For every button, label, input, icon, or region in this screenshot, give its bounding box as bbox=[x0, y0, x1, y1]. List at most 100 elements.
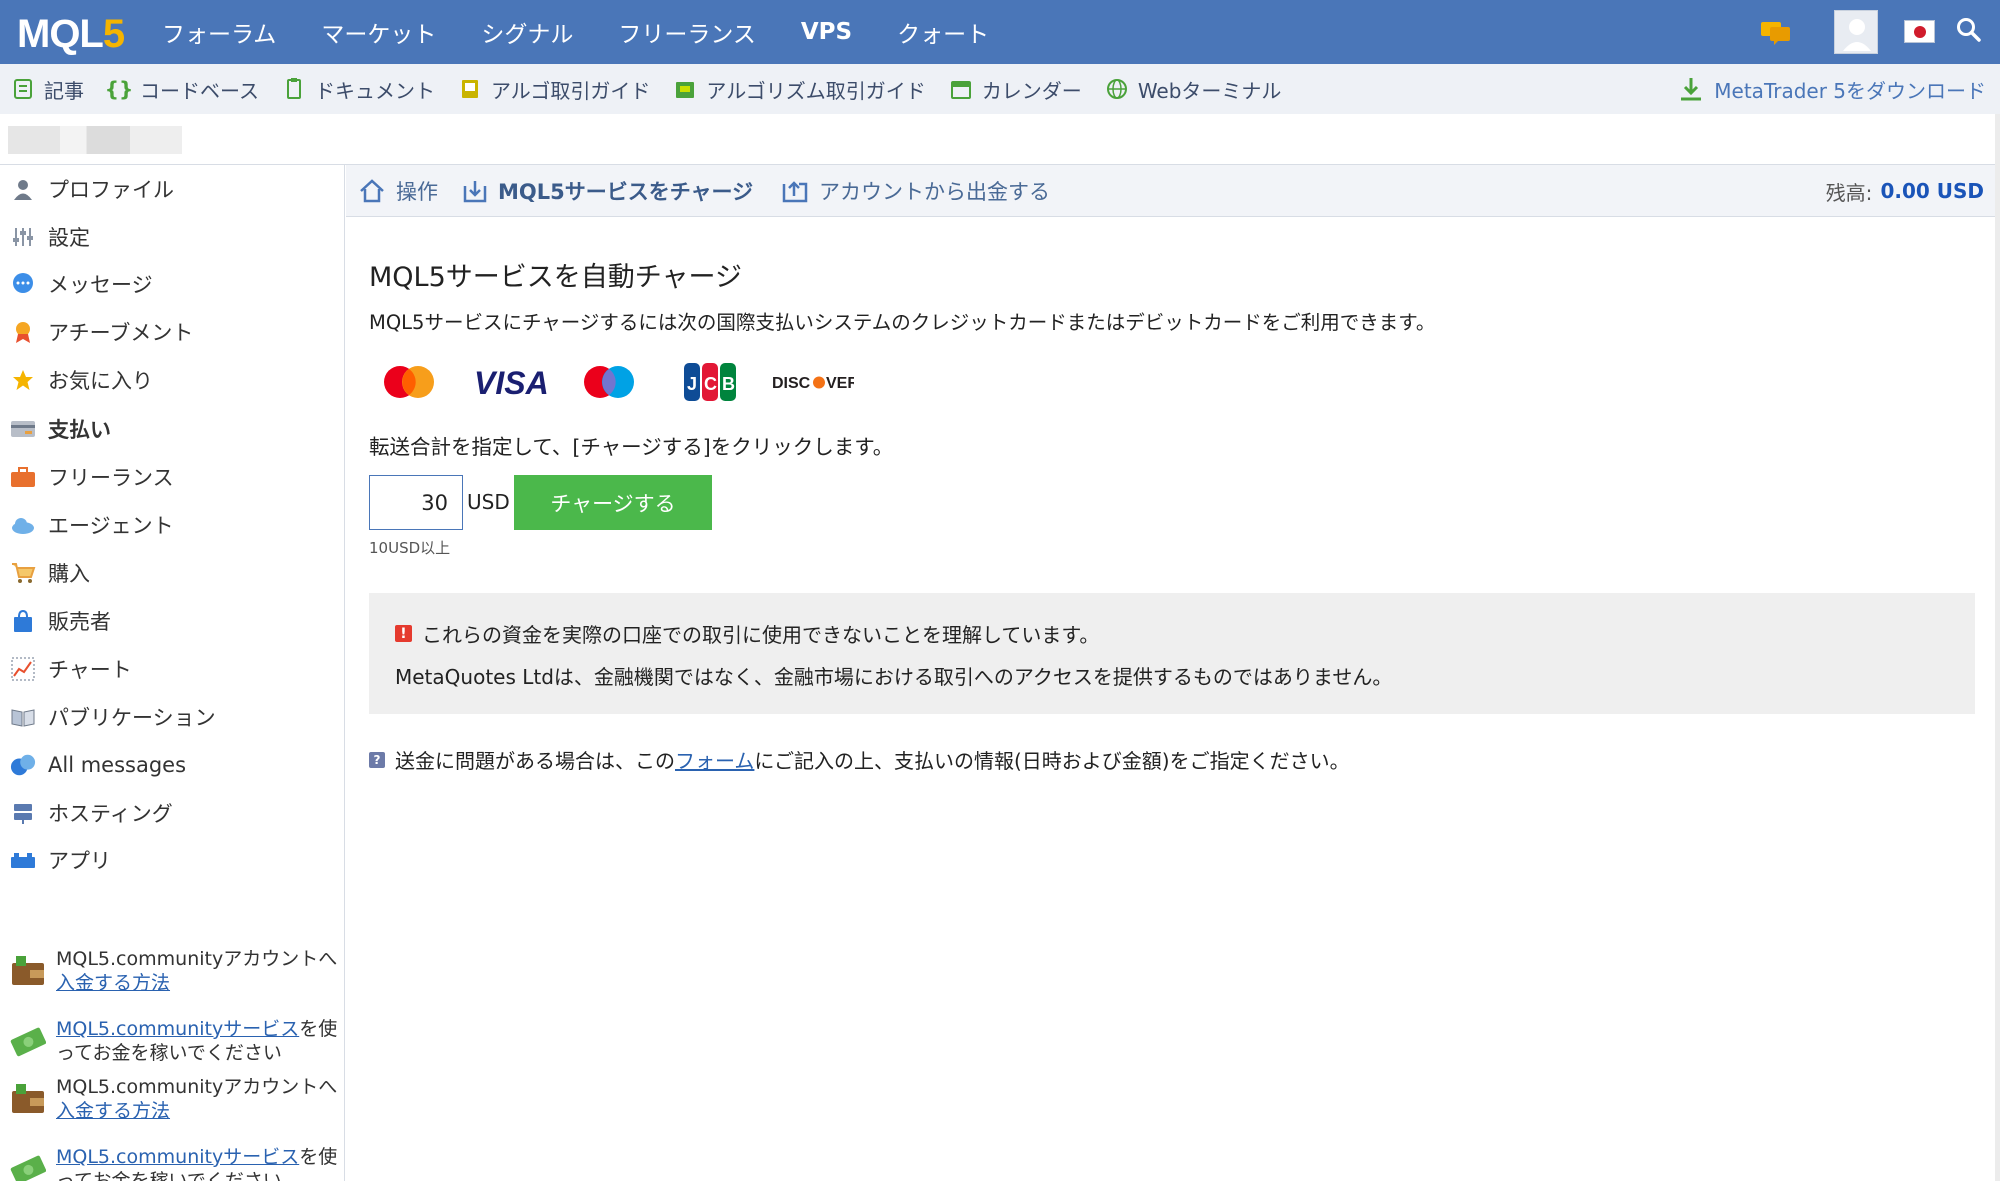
main-nav: フォーラム マーケット シグナル フリーランス VPS クォート bbox=[162, 0, 1034, 64]
sidebar-item-label: パブリケーション bbox=[48, 706, 216, 730]
warning-text: これらの資金を実際の口座での取引に使用できないことを理解しています。 bbox=[422, 623, 1100, 647]
sidebar-item-label: 購入 bbox=[48, 562, 90, 586]
withdraw-icon bbox=[781, 178, 809, 204]
home-icon bbox=[358, 178, 386, 204]
download-metatrader-link[interactable]: MetaTrader 5をダウンロード bbox=[1678, 64, 1986, 114]
promo-link[interactable]: MQL5.communityサービス bbox=[56, 1018, 299, 1040]
sidebar-item-label: アチーブメント bbox=[48, 321, 194, 345]
promo-text: MQL5.communityアカウントへ bbox=[56, 1076, 338, 1098]
scrollbar-track[interactable] bbox=[1995, 114, 2000, 1181]
subnav-label: アルゴ取引ガイド bbox=[491, 78, 651, 103]
sidebar-item-label: プロファイル bbox=[48, 178, 174, 202]
subnav-algo-trading-guide[interactable]: アルゴリズム取引ガイド bbox=[674, 75, 926, 104]
promo-link[interactable]: MQL5.communityサービス bbox=[56, 1146, 299, 1168]
sidebar-item-hosting[interactable]: ホスティング bbox=[10, 796, 173, 830]
subnav-documentation[interactable]: ドキュメント bbox=[283, 75, 435, 104]
sidebar-item-label: 支払い bbox=[48, 418, 111, 442]
sidebar-item-label: 設定 bbox=[48, 226, 90, 250]
page-title: MQL5サービスを自動チャージ bbox=[369, 262, 742, 293]
sidebar-item-apps[interactable]: アプリ bbox=[10, 843, 111, 877]
sidebar-item-favorites[interactable]: お気に入り bbox=[10, 363, 153, 397]
promo-link[interactable]: 入金する方法 bbox=[56, 1100, 170, 1122]
svg-text:VISA: VISA bbox=[474, 365, 549, 400]
svg-text:B: B bbox=[722, 374, 735, 394]
sidebar-item-label: 販売者 bbox=[48, 610, 111, 634]
mql5-logo[interactable]: MQL5 bbox=[17, 14, 125, 54]
subnav-web-terminal[interactable]: Webターミナル bbox=[1106, 75, 1281, 104]
person-icon bbox=[10, 176, 36, 202]
money-icon bbox=[10, 1151, 47, 1181]
chat-icon[interactable] bbox=[1760, 20, 1792, 50]
balance-display: 残高: 0.00 USD bbox=[1826, 165, 1984, 217]
svg-text:J: J bbox=[687, 374, 697, 394]
nav-signals[interactable]: シグナル bbox=[481, 15, 573, 49]
credit-card-icon bbox=[10, 416, 36, 442]
avatar[interactable] bbox=[1834, 10, 1878, 54]
braces-icon: {} bbox=[104, 77, 134, 101]
deposit-icon bbox=[462, 178, 488, 204]
nav-vps[interactable]: VPS bbox=[801, 19, 852, 45]
warning-box: ! これらの資金を実際の口座での取引に使用できないことを理解しています。 Met… bbox=[369, 593, 1975, 714]
sidebar-item-profile[interactable]: プロファイル bbox=[10, 172, 174, 206]
tab-operations[interactable]: 操作 bbox=[358, 165, 438, 217]
subnav-calendar[interactable]: カレンダー bbox=[950, 75, 1082, 104]
sidebar-item-freelance[interactable]: フリーランス bbox=[10, 460, 174, 494]
tab-charge-mql5[interactable]: MQL5サービスをチャージ bbox=[462, 165, 753, 217]
tab-label: 操作 bbox=[396, 180, 438, 204]
jcb-icon: JCB bbox=[682, 360, 738, 408]
open-book-icon bbox=[10, 704, 36, 730]
charge-button[interactable]: チャージする bbox=[514, 475, 712, 530]
medal-icon bbox=[10, 319, 36, 345]
warning-icon: ! bbox=[395, 625, 412, 642]
sidebar-item-seller[interactable]: 販売者 bbox=[10, 604, 111, 638]
book-icon bbox=[459, 78, 481, 100]
currency-label: USD bbox=[467, 490, 510, 514]
help-form-link[interactable]: フォーム bbox=[675, 745, 754, 774]
promo-link[interactable]: 入金する方法 bbox=[56, 972, 170, 994]
tab-withdraw[interactable]: アカウントから出金する bbox=[781, 165, 1050, 217]
promo-text: MQL5.communityアカウントへ bbox=[56, 948, 338, 970]
nav-quotes[interactable]: クォート bbox=[897, 15, 989, 49]
promo-earn: MQL5.communityサービスを使ってお金を稼いでください bbox=[10, 1017, 340, 1065]
tab-label: MQL5サービスをチャージ bbox=[498, 180, 754, 204]
help-icon: ? bbox=[369, 751, 385, 768]
subnav-codebase[interactable]: {} コードベース bbox=[104, 75, 259, 104]
download-label: MetaTrader 5をダウンロード bbox=[1714, 78, 1986, 103]
username-redacted bbox=[8, 126, 182, 154]
nav-forum[interactable]: フォーラム bbox=[162, 15, 276, 49]
svg-text:DISC: DISC bbox=[772, 375, 811, 392]
mastercard-icon bbox=[380, 360, 438, 408]
sidebar-item-purchases[interactable]: 購入 bbox=[10, 556, 90, 590]
svg-text:VER: VER bbox=[826, 375, 854, 392]
warning-line-1: ! これらの資金を実際の口座での取引に使用できないことを理解しています。 bbox=[395, 619, 1099, 648]
search-icon[interactable] bbox=[1956, 17, 1982, 47]
sliders-icon bbox=[10, 224, 36, 250]
cloud-icon bbox=[10, 512, 36, 538]
sidebar-item-publications[interactable]: パブリケーション bbox=[10, 700, 216, 734]
japan-flag-icon[interactable] bbox=[1904, 20, 1935, 43]
amount-input[interactable] bbox=[369, 475, 463, 530]
nav-market[interactable]: マーケット bbox=[321, 15, 436, 49]
sidebar-item-label: フリーランス bbox=[48, 466, 174, 490]
sidebar-item-agents[interactable]: エージェント bbox=[10, 508, 174, 542]
document-icon bbox=[283, 78, 305, 100]
sidebar-item-achievements[interactable]: アチーブメント bbox=[10, 315, 193, 349]
sidebar-item-payments[interactable]: 支払い bbox=[10, 412, 111, 446]
subnav-algo-guide[interactable]: アルゴ取引ガイド bbox=[459, 75, 650, 104]
promo-earn: MQL5.communityサービスを使ってお金を稼いでください bbox=[10, 1145, 340, 1181]
subnav-label: コードベース bbox=[140, 78, 259, 103]
sidebar-item-label: アプリ bbox=[48, 849, 111, 873]
balance-label: 残高: bbox=[1825, 180, 1873, 205]
subnav-label: アルゴリズム取引ガイド bbox=[706, 78, 926, 103]
sidebar-item-charts[interactable]: チャート bbox=[10, 652, 132, 686]
sidebar-item-all-messages[interactable]: All messages bbox=[10, 748, 186, 782]
promo-deposit: MQL5.communityアカウントへ入金する方法 bbox=[10, 1075, 340, 1123]
sidebar-item-messages[interactable]: メッセージ bbox=[10, 267, 153, 301]
server-icon bbox=[10, 800, 36, 826]
subnav-articles[interactable]: 記事 bbox=[12, 75, 84, 104]
sidebar-item-label: ホスティング bbox=[48, 802, 173, 826]
subnav-label: ドキュメント bbox=[315, 78, 435, 103]
promo-deposit: MQL5.communityアカウントへ入金する方法 bbox=[10, 947, 340, 995]
sidebar-item-settings[interactable]: 設定 bbox=[10, 220, 90, 254]
nav-freelance[interactable]: フリーランス bbox=[618, 15, 756, 49]
